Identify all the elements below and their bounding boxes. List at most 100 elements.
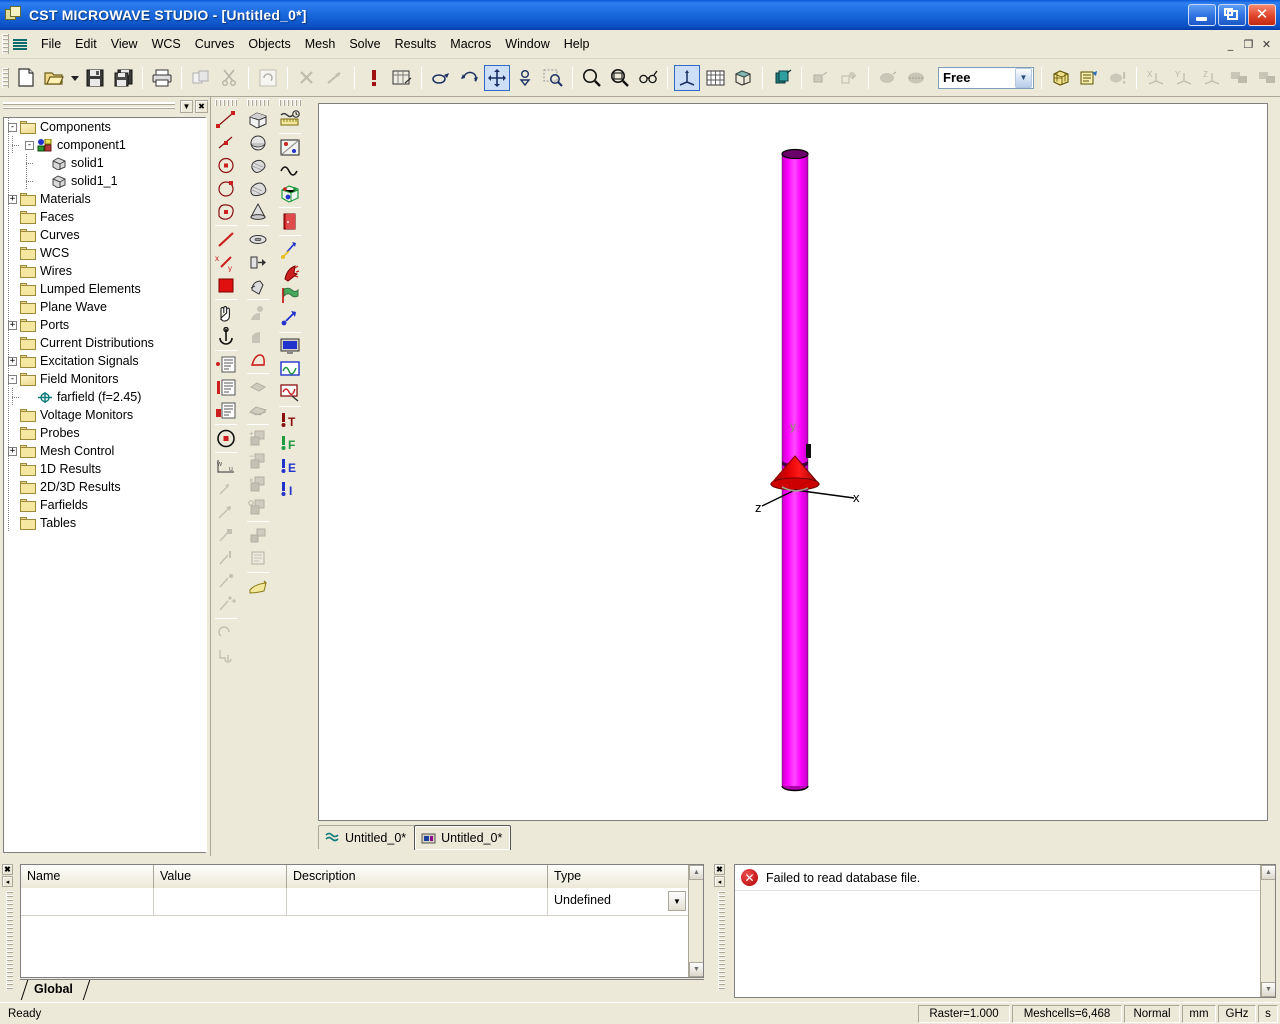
tree-node-plane-wave[interactable]: Plane Wave (4, 298, 205, 316)
toolbar-grip[interactable] (279, 99, 301, 106)
apply-material-icon[interactable] (245, 496, 271, 519)
boundary-box-icon[interactable] (277, 182, 303, 205)
pick-circle-center-icon[interactable] (213, 154, 239, 177)
selection-mode-combo[interactable]: Free ▼ (938, 66, 1034, 89)
menu-item-mesh[interactable]: Mesh (298, 34, 343, 54)
define-curve-icon[interactable] (213, 325, 239, 348)
i-field-monitor-icon[interactable]: F (277, 432, 303, 455)
brick-icon[interactable] (245, 108, 271, 131)
view-options-icon[interactable] (635, 65, 661, 91)
i-field-monitor-icon[interactable]: I (277, 478, 303, 501)
tree-node-farfield-f-2-45[interactable]: farfield (f=2.45) (4, 388, 205, 406)
tree-node-field-monitors[interactable]: - Field Monitors (4, 370, 205, 388)
apply-material-icon[interactable] (245, 575, 271, 598)
tree-panel-close-button[interactable]: ✖ (195, 100, 208, 113)
local-wcs-icon[interactable] (213, 376, 239, 399)
tree-expander[interactable]: + (8, 194, 17, 204)
time-monitor-icon[interactable] (277, 335, 303, 358)
column-header-description[interactable]: Description (287, 865, 548, 888)
mesh-properties-icon[interactable] (1076, 65, 1102, 91)
boundary-icon[interactable] (1227, 65, 1253, 91)
cone-icon[interactable] (245, 200, 271, 223)
zoom-dynamic-icon[interactable] (512, 65, 538, 91)
print-icon[interactable] (149, 65, 175, 91)
apply-material-icon[interactable]: × (245, 473, 271, 496)
blend-curve-icon[interactable] (213, 524, 239, 547)
pick-face-icon[interactable] (213, 200, 239, 223)
pick-circle-icon[interactable] (213, 177, 239, 200)
tree-node-components[interactable]: - Components (4, 118, 205, 136)
pick-point-icon[interactable] (808, 65, 834, 91)
wire-anchor-icon[interactable] (213, 621, 239, 644)
apply-material-icon[interactable]: − (245, 450, 271, 473)
tree-node-ports[interactable]: + Ports (4, 316, 205, 334)
cell-name[interactable] (21, 888, 154, 916)
mdi-close-button[interactable]: ✕ (1258, 36, 1275, 53)
tree-panel-grip[interactable] (3, 102, 175, 111)
menubar-grip[interactable] (2, 34, 9, 54)
cell-description[interactable] (287, 888, 548, 916)
menu-item-macros[interactable]: Macros (443, 34, 498, 54)
bend-icon[interactable] (245, 302, 271, 325)
mdi-tab-3dmodel[interactable]: Untitled_0* (414, 825, 512, 850)
undo-pick-icon[interactable] (322, 65, 348, 91)
mdi-minimize-button[interactable]: _ (1222, 36, 1239, 53)
zoom-icon[interactable] (579, 65, 605, 91)
open-file-icon[interactable] (41, 65, 67, 91)
message-panel-grip[interactable] (717, 891, 725, 991)
field-source-icon[interactable] (277, 136, 303, 159)
rotate-curve-icon[interactable]: wu (213, 455, 239, 478)
screen-monitor-icon[interactable] (277, 284, 303, 307)
pick-midpoint-icon[interactable] (213, 131, 239, 154)
anchor-icon[interactable] (213, 302, 239, 325)
grid-icon[interactable] (702, 65, 728, 91)
cylinder-icon[interactable] (245, 154, 271, 177)
tree-node-lumped-elements[interactable]: Lumped Elements (4, 280, 205, 298)
boolean-add-icon[interactable] (245, 325, 271, 348)
restore-button[interactable] (1218, 3, 1246, 26)
copy-view-icon[interactable] (188, 65, 214, 91)
tab-global[interactable]: Global (20, 980, 91, 1000)
column-header-value[interactable]: Value (154, 865, 287, 888)
delete-icon[interactable] (294, 65, 320, 91)
navigation-tree[interactable]: - Components - component1 solid1 solid1_1 + Mat… (3, 117, 207, 853)
axes-icon[interactable] (674, 64, 700, 91)
cutplane-icon[interactable] (903, 65, 929, 91)
tree-expander[interactable]: + (8, 320, 17, 330)
menu-item-file[interactable]: File (34, 34, 68, 54)
tree-panel-dropdown-button[interactable]: ▼ (180, 100, 193, 113)
menu-item-view[interactable]: View (104, 34, 145, 54)
refresh-icon[interactable] (255, 65, 281, 91)
tree-expander[interactable]: + (8, 446, 17, 456)
message-list[interactable]: ✕ Failed to read database file. ▲ ▼ (734, 864, 1276, 998)
i-field-monitor-icon[interactable]: T (277, 409, 303, 432)
message-panel-close-button[interactable]: ✖ (714, 864, 725, 875)
wire-anchor-icon[interactable] (213, 593, 239, 616)
tree-node-wires[interactable]: Wires (4, 262, 205, 280)
3d-scene[interactable]: x z y (319, 104, 1267, 820)
wire-anchor-icon[interactable] (213, 547, 239, 570)
open-dropdown-icon[interactable] (69, 65, 80, 91)
transparency-icon[interactable] (875, 65, 901, 91)
elliptical-cylinder-icon[interactable] (245, 177, 271, 200)
scroll-down-button[interactable]: ▼ (689, 962, 703, 977)
parameter-grid[interactable]: Name Value Description Type Undefined ▼ … (20, 864, 704, 978)
pick-edge-from-coordinates-icon[interactable] (213, 228, 239, 251)
save-all-icon[interactable] (110, 65, 136, 91)
toolbar-grip[interactable] (215, 99, 237, 106)
fit-view-icon[interactable] (607, 65, 633, 91)
e-field-monitor-icon[interactable] (277, 381, 303, 404)
align-wcs-icon[interactable]: xy (213, 251, 239, 274)
tree-node-1d-results[interactable]: 1D Results (4, 460, 205, 478)
cut-icon[interactable] (216, 65, 242, 91)
tree-expander[interactable]: - (8, 122, 17, 132)
i-field-monitor-icon[interactable]: E (277, 455, 303, 478)
parameter-grid-scrollbar[interactable]: ▲ ▼ (688, 865, 703, 977)
save-file-icon[interactable] (82, 65, 108, 91)
update-icon[interactable] (361, 65, 387, 91)
close-button[interactable]: ✕ (1248, 3, 1276, 26)
plane-wave-icon[interactable] (277, 238, 303, 261)
menu-item-objects[interactable]: Objects (241, 34, 297, 54)
menu-item-wcs[interactable]: WCS (145, 34, 188, 54)
wire-anchor-icon[interactable] (213, 570, 239, 593)
